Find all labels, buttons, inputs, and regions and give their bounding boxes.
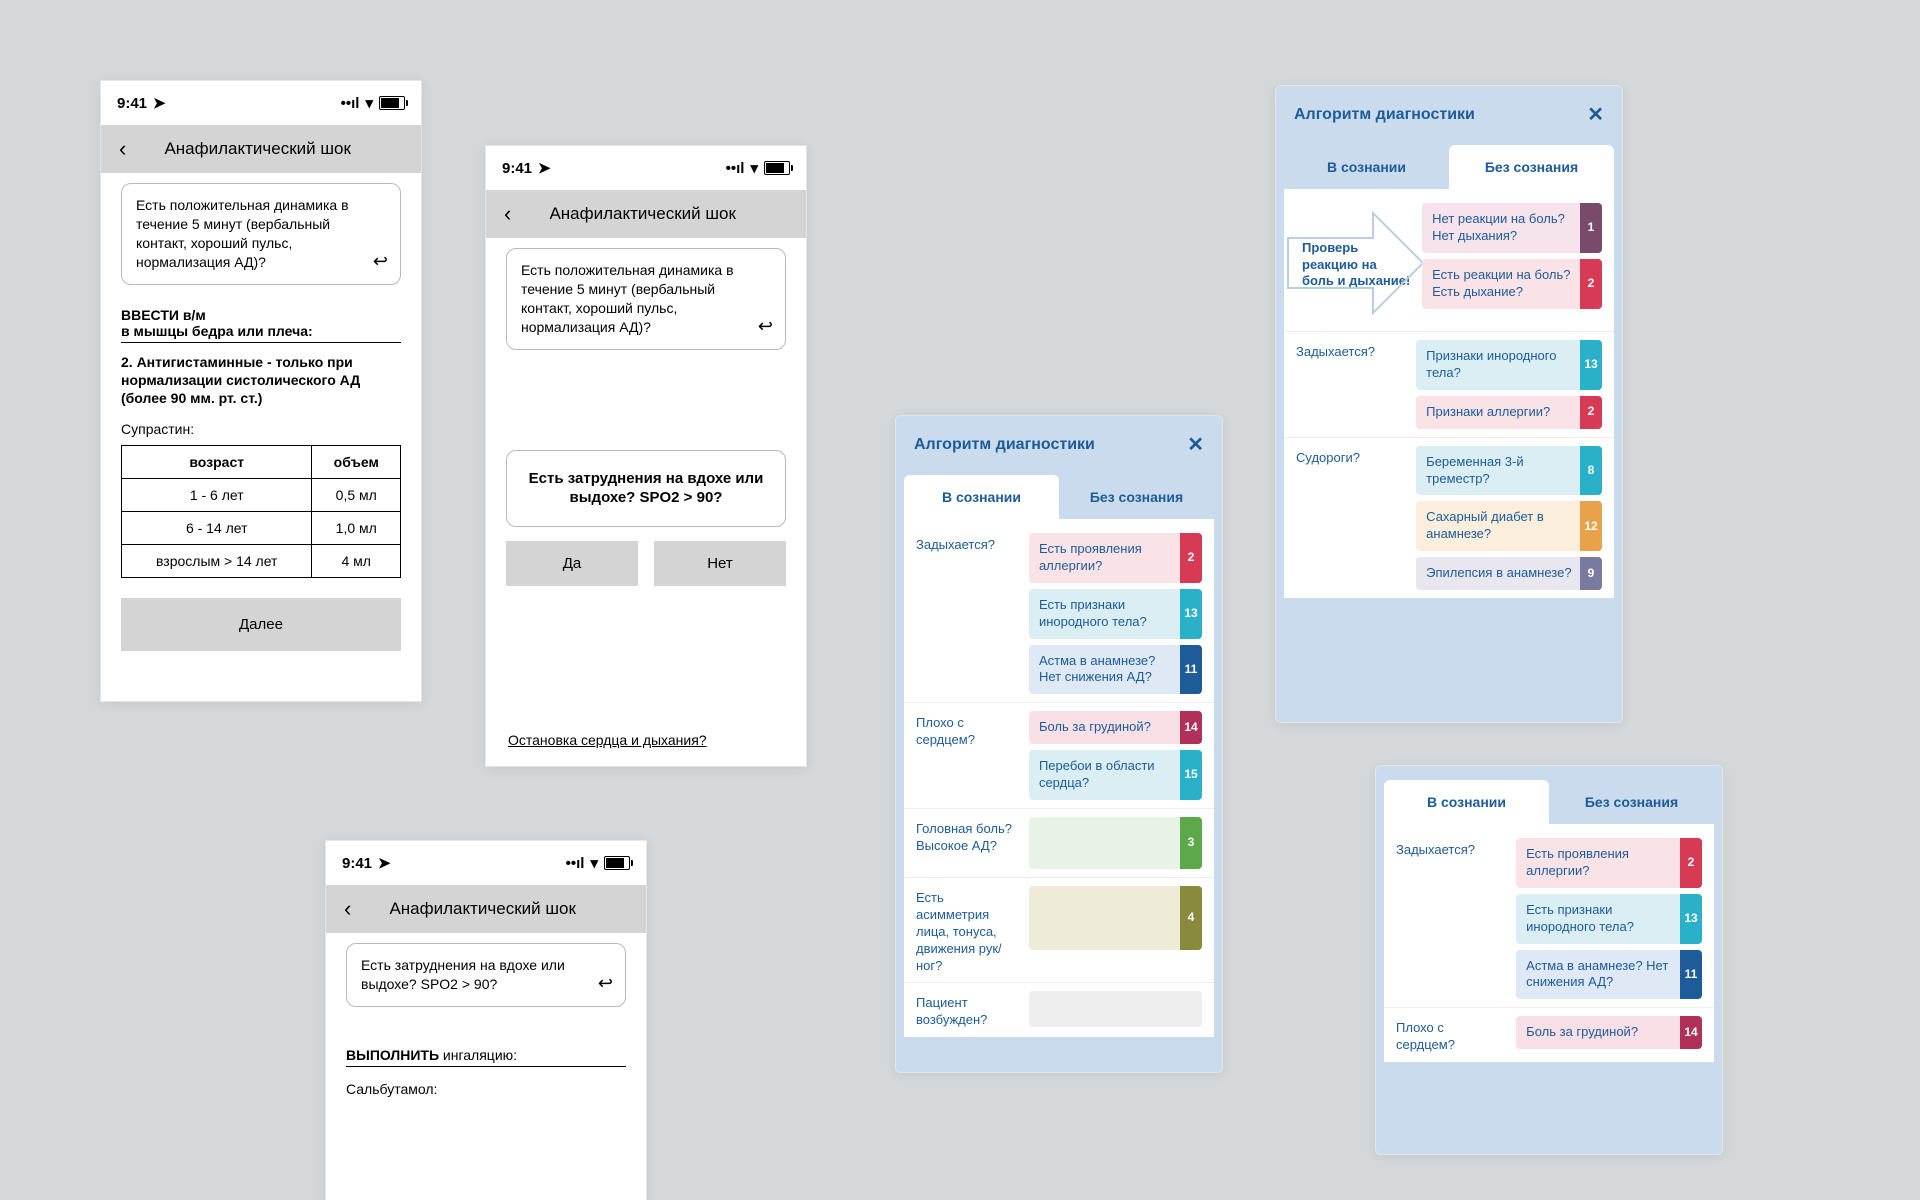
reply-icon[interactable]: ↩︎ (598, 971, 613, 995)
question-card: Есть затруднения на вдохе или выдохе? SP… (506, 450, 786, 527)
tab-unconscious[interactable]: Без сознания (1059, 475, 1214, 519)
table-cell: 1 - 6 лет (122, 479, 312, 512)
diag-item[interactable]: Астма в анамнезе? Нет снижения АД?11 (1516, 950, 1702, 1000)
diag-question: Плохо с сердцем? (1396, 1016, 1506, 1054)
tab-conscious[interactable]: В сознании (904, 475, 1059, 519)
table-cell: 6 - 14 лет (122, 512, 312, 545)
reply-icon[interactable]: ↩︎ (373, 249, 388, 273)
no-button[interactable]: Нет (654, 541, 786, 586)
tab-unconscious[interactable]: Без сознания (1449, 145, 1614, 189)
tab-conscious[interactable]: В сознании (1384, 780, 1549, 824)
status-bar: 9:41 ➤ ••ıl ▾ (101, 81, 421, 125)
diag-question: Головная боль? Высокое АД? (916, 817, 1019, 869)
nav-title: Анафилактический шок (359, 899, 636, 919)
signal-icon: ••ıl (726, 160, 745, 177)
nav-title: Анафилактический шок (134, 139, 411, 159)
diag-question: Задыхается? (916, 533, 1019, 694)
status-time: 9:41 (502, 160, 532, 177)
question-bubble: Есть положительная динамика в течение 5 … (121, 183, 401, 285)
wifi-icon: ▾ (750, 159, 758, 177)
close-icon[interactable]: ✕ (1587, 102, 1604, 127)
diag-question: Задыхается? (1396, 838, 1506, 999)
nav-bar: ‹ Анафилактический шок (101, 125, 421, 173)
diag-item[interactable]: Боль за грудиной?14 (1029, 711, 1202, 744)
diag-item[interactable]: Есть проявления аллергии?2 (1029, 533, 1202, 583)
arrow-icon (1278, 203, 1428, 323)
nav-bar: ‹ Анафилактический шок (486, 190, 806, 238)
diag-title: Алгоритм диагностики (914, 436, 1095, 454)
diag-item[interactable]: Перебои в области сердца?15 (1029, 750, 1202, 800)
section-heading: ВВЕСТИ в/мв мышцы бедра или плеча: (121, 307, 401, 343)
signal-icon: ••ıl (341, 95, 360, 112)
diag-item[interactable]: Эпилепсия в анамнезе?9 (1416, 557, 1602, 590)
close-icon[interactable]: ✕ (1187, 432, 1204, 457)
location-icon: ➤ (538, 159, 551, 177)
diag-item[interactable]: Есть признаки инородного тела?13 (1516, 894, 1702, 944)
back-button[interactable]: ‹ (111, 136, 134, 162)
diagnostic-card-conscious: Алгоритм диагностики ✕ В сознании Без со… (895, 415, 1223, 1073)
diag-item[interactable]: 4 (1029, 886, 1202, 950)
table-cell: взрослым > 14 лет (122, 545, 312, 578)
tab-unconscious[interactable]: Без сознания (1549, 780, 1714, 824)
battery-icon (379, 96, 405, 110)
back-button[interactable]: ‹ (336, 896, 359, 922)
status-bar: 9:41 ➤ ••ıl ▾ (326, 841, 646, 885)
diag-item[interactable]: Есть реакции на боль? Есть дыхание?2 (1422, 259, 1602, 309)
reply-icon[interactable]: ↩︎ (758, 314, 773, 338)
table-cell: 1,0 мл (312, 512, 401, 545)
diag-item[interactable]: Признаки аллергии?2 (1416, 396, 1602, 429)
diag-question: Задыхается? (1296, 340, 1406, 429)
diag-question: Пациент возбужден? (916, 991, 1019, 1029)
tab-conscious[interactable]: В сознании (1284, 145, 1449, 189)
nav-title: Анафилактический шок (519, 204, 796, 224)
diag-item[interactable]: Астма в анамнезе? Нет снижения АД?11 (1029, 645, 1202, 695)
phone-screen-dosage: 9:41 ➤ ••ıl ▾ ‹ Анафилактический шок Есть … (100, 80, 422, 702)
table-header: возраст (122, 446, 312, 479)
table-cell: 0,5 мл (312, 479, 401, 512)
battery-icon (764, 161, 790, 175)
status-bar: 9:41 ➤ ••ıl ▾ (486, 146, 806, 190)
diag-item[interactable] (1029, 991, 1202, 1027)
table-cell: 4 мл (312, 545, 401, 578)
wifi-icon: ▾ (590, 854, 598, 872)
section-heading: ВЫПОЛНИТЬ ингаляцию: (346, 1047, 626, 1067)
diagnostic-card-unconscious: Алгоритм диагностики ✕ В сознании Без со… (1275, 85, 1623, 723)
table-header: объем (312, 446, 401, 479)
battery-icon (604, 856, 630, 870)
diag-item[interactable]: Есть признаки инородного тела?13 (1029, 589, 1202, 639)
nav-bar: ‹ Анафилактический шок (326, 885, 646, 933)
yes-button[interactable]: Да (506, 541, 638, 586)
next-button[interactable]: Далее (121, 598, 401, 651)
diag-item[interactable]: Нет реакции на боль? Нет дыхания?1 (1422, 203, 1602, 253)
phone-screen-question: 9:41 ➤ ••ıl ▾ ‹ Анафилактический шок Есть … (485, 145, 807, 767)
location-icon: ➤ (153, 94, 166, 112)
diag-title: Алгоритм диагностики (1294, 106, 1475, 124)
back-button[interactable]: ‹ (496, 201, 519, 227)
diag-question: Плохо с сердцем? (916, 711, 1019, 800)
question-bubble: Есть затруднения на вдохе или выдохе? SP… (346, 943, 626, 1007)
diag-item[interactable]: Есть проявления аллергии?2 (1516, 838, 1702, 888)
dosage-table: возрастобъем 1 - 6 лет0,5 мл 6 - 14 лет1… (121, 445, 401, 578)
emergency-link[interactable]: Остановка сердца и дыхания? (508, 732, 707, 748)
drug-label: Супрастин: (121, 421, 401, 437)
diag-item[interactable]: 3 (1029, 817, 1202, 869)
phone-screen-inhalation: 9:41 ➤ ••ıl ▾ ‹ Анафилактический шок Есть … (325, 840, 647, 1200)
status-time: 9:41 (342, 855, 372, 872)
drug-label: Сальбутамол: (346, 1081, 626, 1097)
diag-item[interactable]: Признаки инородного тела?13 (1416, 340, 1602, 390)
location-icon: ➤ (378, 854, 391, 872)
status-time: 9:41 (117, 95, 147, 112)
diagnostic-card-partial: В сознании Без сознания Задыхается? Есть… (1375, 765, 1723, 1155)
wifi-icon: ▾ (365, 94, 373, 112)
diag-item[interactable]: Беременная 3-й треместр?8 (1416, 446, 1602, 496)
diag-question: Есть асимметрия лица, тонуса, движения р… (916, 886, 1019, 974)
section-subheading: 2. Антигистаминные - только при нормализ… (121, 353, 401, 408)
diag-question: Судороги? (1296, 446, 1406, 590)
question-bubble: Есть положительная динамика в течение 5 … (506, 248, 786, 350)
diag-item[interactable]: Боль за грудиной?14 (1516, 1016, 1702, 1049)
diag-item[interactable]: Сахарный диабет в анамнезе?12 (1416, 501, 1602, 551)
signal-icon: ••ıl (566, 855, 585, 872)
